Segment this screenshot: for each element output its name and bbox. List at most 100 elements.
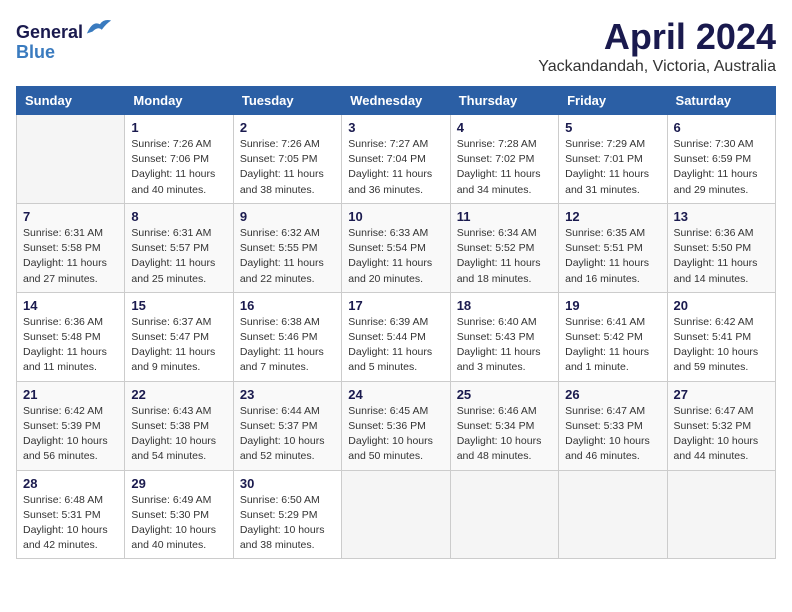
- day-number: 14: [23, 298, 118, 313]
- day-number: 21: [23, 387, 118, 402]
- day-info: Sunrise: 6:48 AMSunset: 5:31 PMDaylight:…: [23, 493, 118, 554]
- day-info: Sunrise: 7:26 AMSunset: 7:05 PMDaylight:…: [240, 137, 335, 198]
- day-info: Sunrise: 7:29 AMSunset: 7:01 PMDaylight:…: [565, 137, 660, 198]
- day-info: Sunrise: 7:26 AMSunset: 7:06 PMDaylight:…: [131, 137, 226, 198]
- day-number: 27: [674, 387, 769, 402]
- logo-bird-icon: [85, 16, 113, 38]
- day-info: Sunrise: 6:35 AMSunset: 5:51 PMDaylight:…: [565, 226, 660, 287]
- day-info: Sunrise: 6:33 AMSunset: 5:54 PMDaylight:…: [348, 226, 443, 287]
- header: General Blue April 2024 Yackandandah, Vi…: [16, 16, 776, 76]
- day-number: 18: [457, 298, 552, 313]
- day-info: Sunrise: 6:47 AMSunset: 5:32 PMDaylight:…: [674, 404, 769, 465]
- day-number: 4: [457, 120, 552, 135]
- calendar-day-cell: 19 Sunrise: 6:41 AMSunset: 5:42 PMDayligh…: [559, 292, 667, 381]
- day-number: 20: [674, 298, 769, 313]
- day-info: Sunrise: 6:46 AMSunset: 5:34 PMDaylight:…: [457, 404, 552, 465]
- calendar-day-cell: 28 Sunrise: 6:48 AMSunset: 5:31 PMDayligh…: [17, 470, 125, 559]
- logo: General Blue: [16, 16, 113, 63]
- calendar-day-cell: 23 Sunrise: 6:44 AMSunset: 5:37 PMDayligh…: [233, 381, 341, 470]
- day-number: 6: [674, 120, 769, 135]
- day-info: Sunrise: 6:41 AMSunset: 5:42 PMDaylight:…: [565, 315, 660, 376]
- calendar-day-cell: [17, 115, 125, 204]
- weekday-header-thursday: Thursday: [450, 87, 558, 115]
- weekday-header-tuesday: Tuesday: [233, 87, 341, 115]
- calendar-day-cell: 29 Sunrise: 6:49 AMSunset: 5:30 PMDayligh…: [125, 470, 233, 559]
- day-number: 22: [131, 387, 226, 402]
- day-info: Sunrise: 7:27 AMSunset: 7:04 PMDaylight:…: [348, 137, 443, 198]
- day-info: Sunrise: 6:42 AMSunset: 5:39 PMDaylight:…: [23, 404, 118, 465]
- day-info: Sunrise: 6:32 AMSunset: 5:55 PMDaylight:…: [240, 226, 335, 287]
- weekday-header-row: SundayMondayTuesdayWednesdayThursdayFrid…: [17, 87, 776, 115]
- day-number: 16: [240, 298, 335, 313]
- day-info: Sunrise: 6:39 AMSunset: 5:44 PMDaylight:…: [348, 315, 443, 376]
- calendar-day-cell: 4 Sunrise: 7:28 AMSunset: 7:02 PMDaylight…: [450, 115, 558, 204]
- weekday-header-friday: Friday: [559, 87, 667, 115]
- day-number: 17: [348, 298, 443, 313]
- calendar-day-cell: 2 Sunrise: 7:26 AMSunset: 7:05 PMDaylight…: [233, 115, 341, 204]
- calendar-day-cell: 7 Sunrise: 6:31 AMSunset: 5:58 PMDaylight…: [17, 203, 125, 292]
- calendar-day-cell: 24 Sunrise: 6:45 AMSunset: 5:36 PMDayligh…: [342, 381, 450, 470]
- day-number: 2: [240, 120, 335, 135]
- weekday-header-wednesday: Wednesday: [342, 87, 450, 115]
- day-info: Sunrise: 6:31 AMSunset: 5:58 PMDaylight:…: [23, 226, 118, 287]
- day-number: 13: [674, 209, 769, 224]
- day-number: 3: [348, 120, 443, 135]
- day-number: 29: [131, 476, 226, 491]
- calendar-day-cell: 8Sunrise: 6:31 AMSunset: 5:57 PMDaylight…: [125, 203, 233, 292]
- calendar-day-cell: 21 Sunrise: 6:42 AMSunset: 5:39 PMDayligh…: [17, 381, 125, 470]
- calendar-day-cell: [667, 470, 775, 559]
- calendar-table: SundayMondayTuesdayWednesdayThursdayFrid…: [16, 86, 776, 559]
- day-number: 10: [348, 209, 443, 224]
- day-info: Sunrise: 7:28 AMSunset: 7:02 PMDaylight:…: [457, 137, 552, 198]
- calendar-week-row: 14 Sunrise: 6:36 AMSunset: 5:48 PMDayligh…: [17, 292, 776, 381]
- calendar-day-cell: 10 Sunrise: 6:33 AMSunset: 5:54 PMDayligh…: [342, 203, 450, 292]
- day-number: 11: [457, 209, 552, 224]
- day-info: Sunrise: 6:36 AMSunset: 5:48 PMDaylight:…: [23, 315, 118, 376]
- calendar-day-cell: [450, 470, 558, 559]
- day-info: Sunrise: 7:30 AMSunset: 6:59 PMDaylight:…: [674, 137, 769, 198]
- day-info: Sunrise: 6:47 AMSunset: 5:33 PMDaylight:…: [565, 404, 660, 465]
- day-number: 5: [565, 120, 660, 135]
- day-number: 28: [23, 476, 118, 491]
- calendar-day-cell: [559, 470, 667, 559]
- month-title: April 2024: [538, 16, 776, 58]
- calendar-day-cell: 6 Sunrise: 7:30 AMSunset: 6:59 PMDaylight…: [667, 115, 775, 204]
- calendar-week-row: 21 Sunrise: 6:42 AMSunset: 5:39 PMDayligh…: [17, 381, 776, 470]
- day-info: Sunrise: 6:37 AMSunset: 5:47 PMDaylight:…: [131, 315, 226, 376]
- logo-text: General: [16, 16, 113, 43]
- day-number: 19: [565, 298, 660, 313]
- day-info: Sunrise: 6:44 AMSunset: 5:37 PMDaylight:…: [240, 404, 335, 465]
- calendar-day-cell: 15 Sunrise: 6:37 AMSunset: 5:47 PMDayligh…: [125, 292, 233, 381]
- day-info: Sunrise: 6:50 AMSunset: 5:29 PMDaylight:…: [240, 493, 335, 554]
- day-number: 8: [131, 209, 226, 224]
- calendar-day-cell: 11Sunrise: 6:34 AMSunset: 5:52 PMDayligh…: [450, 203, 558, 292]
- day-info: Sunrise: 6:40 AMSunset: 5:43 PMDaylight:…: [457, 315, 552, 376]
- day-number: 26: [565, 387, 660, 402]
- calendar-day-cell: 22Sunrise: 6:43 AMSunset: 5:38 PMDayligh…: [125, 381, 233, 470]
- day-number: 24: [348, 387, 443, 402]
- logo-blue-text: Blue: [16, 43, 113, 63]
- calendar-day-cell: 17 Sunrise: 6:39 AMSunset: 5:44 PMDayligh…: [342, 292, 450, 381]
- calendar-week-row: 1Sunrise: 7:26 AMSunset: 7:06 PMDaylight…: [17, 115, 776, 204]
- day-info: Sunrise: 6:49 AMSunset: 5:30 PMDaylight:…: [131, 493, 226, 554]
- day-info: Sunrise: 6:45 AMSunset: 5:36 PMDaylight:…: [348, 404, 443, 465]
- calendar-week-row: 28 Sunrise: 6:48 AMSunset: 5:31 PMDayligh…: [17, 470, 776, 559]
- day-info: Sunrise: 6:42 AMSunset: 5:41 PMDaylight:…: [674, 315, 769, 376]
- calendar-day-cell: 12Sunrise: 6:35 AMSunset: 5:51 PMDayligh…: [559, 203, 667, 292]
- calendar-day-cell: 3 Sunrise: 7:27 AMSunset: 7:04 PMDaylight…: [342, 115, 450, 204]
- day-number: 15: [131, 298, 226, 313]
- title-block: April 2024 Yackandandah, Victoria, Austr…: [538, 16, 776, 76]
- day-number: 7: [23, 209, 118, 224]
- day-number: 25: [457, 387, 552, 402]
- day-number: 23: [240, 387, 335, 402]
- weekday-header-saturday: Saturday: [667, 87, 775, 115]
- weekday-header-sunday: Sunday: [17, 87, 125, 115]
- calendar-day-cell: 30 Sunrise: 6:50 AMSunset: 5:29 PMDayligh…: [233, 470, 341, 559]
- weekday-header-monday: Monday: [125, 87, 233, 115]
- calendar-day-cell: 5 Sunrise: 7:29 AMSunset: 7:01 PMDaylight…: [559, 115, 667, 204]
- day-number: 30: [240, 476, 335, 491]
- calendar-day-cell: 27 Sunrise: 6:47 AMSunset: 5:32 PMDayligh…: [667, 381, 775, 470]
- day-info: Sunrise: 6:38 AMSunset: 5:46 PMDaylight:…: [240, 315, 335, 376]
- calendar-day-cell: 25 Sunrise: 6:46 AMSunset: 5:34 PMDayligh…: [450, 381, 558, 470]
- calendar-day-cell: 13Sunrise: 6:36 AMSunset: 5:50 PMDayligh…: [667, 203, 775, 292]
